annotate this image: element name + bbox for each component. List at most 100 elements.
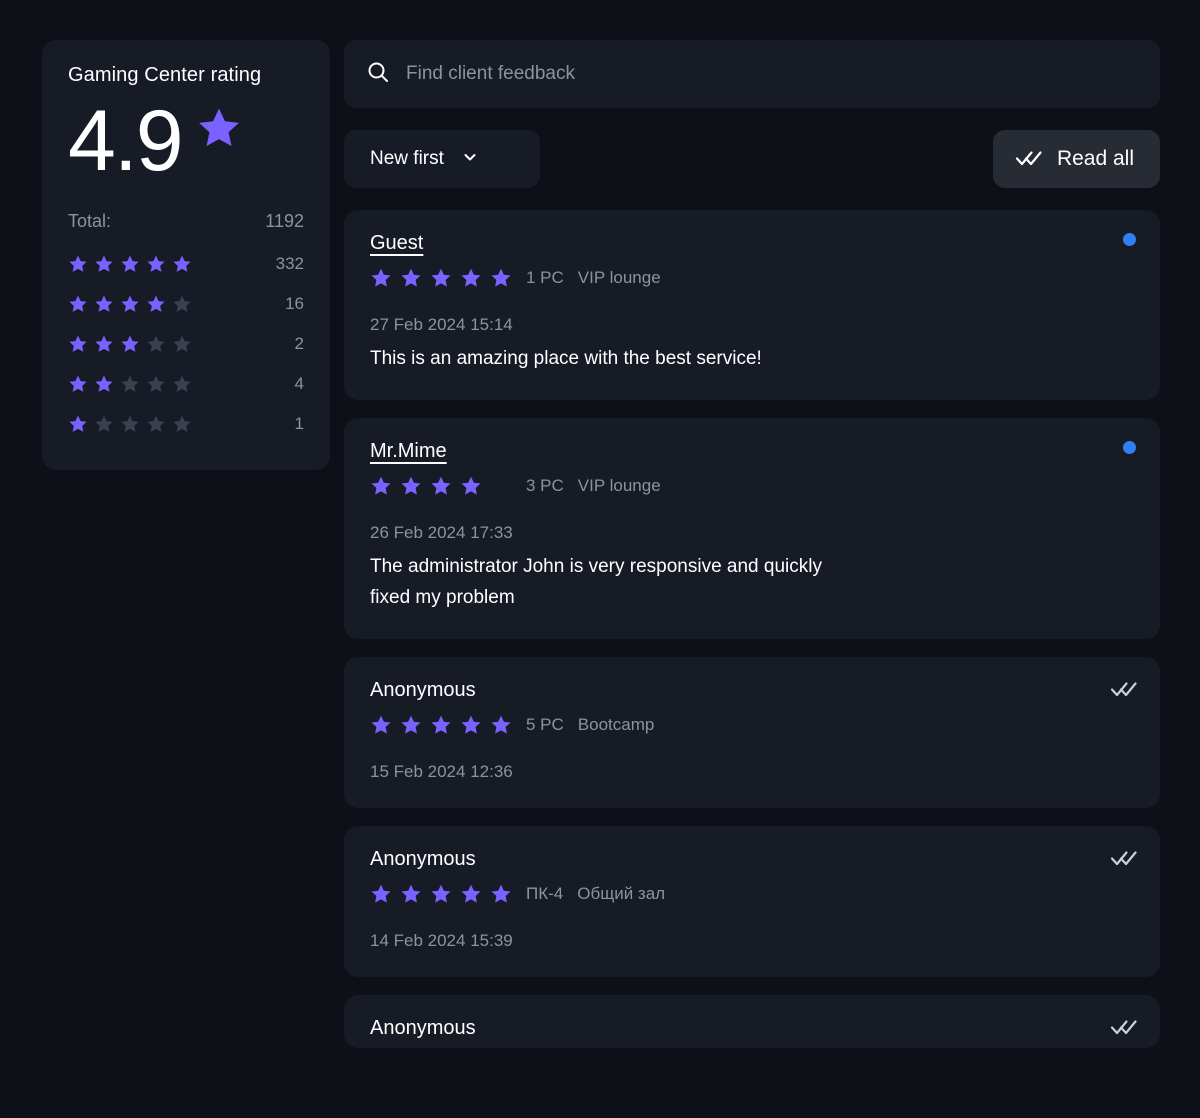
sort-dropdown[interactable]: New first: [344, 130, 540, 188]
star-icon: [172, 334, 192, 354]
review-card-list: Guest 1 PC VIP lounge 27 Feb 2024 15:14 This…: [344, 210, 1160, 1049]
review-location-meta: 1 PC VIP lounge: [526, 268, 661, 288]
star-icon: [120, 254, 140, 274]
review-date: 26 Feb 2024 17:33: [370, 523, 513, 543]
breakdown-stars: [68, 374, 192, 394]
rating-title: Gaming Center rating: [68, 64, 262, 86]
review-stars: [370, 475, 520, 497]
total-value: 1192: [265, 211, 304, 231]
star-icon: [68, 254, 88, 274]
review-meta-row: ПК-4 Общий зал: [370, 883, 1134, 905]
star-icon: [430, 475, 452, 497]
star-icon: [370, 714, 392, 736]
review-date: 15 Feb 2024 12:36: [370, 762, 513, 782]
review-zone-label: Общий зал: [577, 884, 666, 904]
review-date: 27 Feb 2024 15:14: [370, 315, 513, 334]
search-bar[interactable]: [344, 40, 1160, 108]
unread-dot-icon: [1123, 233, 1136, 246]
review-author-link[interactable]: Guest: [370, 232, 423, 255]
feed-controls: New first Read all: [344, 130, 1160, 188]
overall-score-value: 4.9: [68, 93, 184, 189]
rating-breakdown-row[interactable]: 332: [68, 244, 304, 284]
star-icon: [430, 714, 452, 736]
star-icon: [120, 294, 140, 314]
review-location-meta: ПК-4 Общий зал: [526, 884, 665, 904]
breakdown-stars: [68, 294, 192, 314]
chevron-down-icon: [462, 149, 478, 170]
review-zone-label: Bootcamp: [577, 715, 655, 735]
total-label: Total:: [68, 211, 112, 231]
star-icon: [400, 475, 422, 497]
star-icon: [146, 294, 166, 314]
review-text: This is an amazing place with the best s…: [370, 348, 762, 369]
double-check-icon: [1015, 148, 1043, 171]
review-author-link[interactable]: Mr.Mime: [370, 440, 447, 463]
total-reviews-row: Total: 1192: [68, 211, 304, 232]
read-all-label: Read all: [1056, 147, 1134, 170]
star-icon: [460, 267, 482, 289]
star-icon: [370, 267, 392, 289]
rating-breakdown-row[interactable]: 1: [68, 404, 304, 444]
star-icon: [146, 414, 166, 434]
review-zone-label: VIP lounge: [577, 268, 661, 287]
rating-summary-card: Gaming Center rating 4.9 Total: 1192 332…: [42, 40, 330, 470]
rating-breakdown: 332 16 2 4 1: [68, 244, 304, 444]
star-icon: [146, 374, 166, 394]
star-icon: [370, 883, 392, 905]
review-meta-row: 1 PC VIP lounge: [370, 267, 1134, 289]
read-all-button[interactable]: Read all: [992, 130, 1160, 188]
double-check-icon[interactable]: [1110, 679, 1138, 699]
review-pc-label: 1 PC: [526, 268, 564, 287]
star-icon: [490, 883, 512, 905]
review-zone-label: VIP lounge: [577, 476, 661, 496]
double-check-icon[interactable]: [1110, 848, 1138, 868]
star-icon: [94, 374, 114, 394]
rating-breakdown-row[interactable]: 16: [68, 284, 304, 324]
review-author-name: Anonymous: [370, 848, 476, 871]
star-icon: [370, 475, 392, 497]
star-icon: [94, 254, 114, 274]
review-card[interactable]: Anonymous 5 PC Bootcamp 15 Feb 2024 12:36: [344, 657, 1160, 809]
star-icon: [120, 374, 140, 394]
review-date: 14 Feb 2024 15:39: [370, 931, 513, 951]
star-icon: [94, 294, 114, 314]
review-pc-label: 5 PC: [526, 715, 564, 735]
breakdown-stars: [68, 414, 192, 434]
review-card[interactable]: Guest 1 PC VIP lounge 27 Feb 2024 15:14 This…: [344, 210, 1160, 401]
rating-breakdown-row[interactable]: 4: [68, 364, 304, 404]
breakdown-stars: [68, 334, 192, 354]
star-icon: [146, 254, 166, 274]
star-icon: [400, 267, 422, 289]
review-card[interactable]: Mr.Mime 3 PC VIP lounge 26 Feb 2024 17:33 Th…: [344, 418, 1160, 640]
star-icon: [460, 475, 482, 497]
star-icon: [196, 105, 242, 151]
review-card[interactable]: Anonymous ПК-4 Общий зал 14 Feb 2024 15:39: [344, 826, 1160, 978]
star-icon: [430, 883, 452, 905]
star-icon: [172, 294, 192, 314]
star-icon: [94, 334, 114, 354]
review-stars: [370, 267, 520, 289]
rating-breakdown-row[interactable]: 2: [68, 324, 304, 364]
breakdown-count: 16: [285, 294, 304, 313]
star-icon: [68, 374, 88, 394]
star-icon: [68, 294, 88, 314]
review-location-meta: 5 PC Bootcamp: [526, 715, 654, 735]
review-meta-row: 3 PC VIP lounge: [370, 475, 1134, 497]
star-icon: [94, 414, 114, 434]
unread-dot-icon: [1123, 441, 1136, 455]
star-icon: [172, 414, 192, 434]
review-card[interactable]: Anonymous: [344, 995, 1160, 1049]
search-input[interactable]: [406, 63, 1138, 85]
star-icon: [172, 254, 192, 274]
star-icon: [120, 334, 140, 354]
double-check-icon[interactable]: [1110, 1017, 1138, 1037]
review-stars: [370, 883, 520, 905]
star-icon: [400, 883, 422, 905]
review-location-meta: 3 PC VIP lounge: [526, 476, 661, 496]
review-author-name: Anonymous: [370, 679, 476, 702]
star-icon: [490, 714, 512, 736]
feedback-feed: New first Read all Guest1 PCVIP lounge27: [344, 40, 1160, 1049]
breakdown-count: 2: [294, 334, 304, 353]
breakdown-count: 332: [275, 254, 304, 273]
review-pc-label: ПК-4: [526, 884, 564, 904]
